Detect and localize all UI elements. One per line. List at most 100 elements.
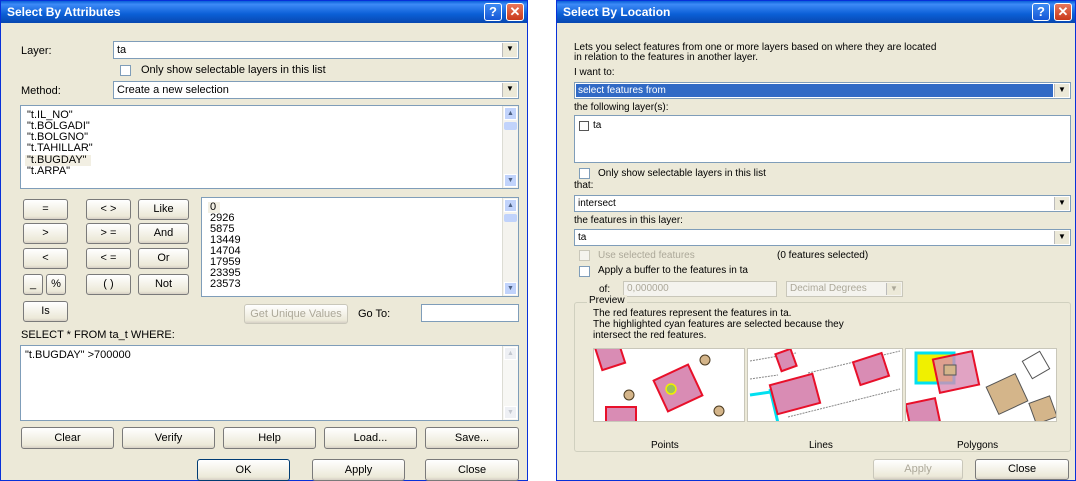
apply-button[interactable]: Apply	[873, 459, 963, 480]
parentheses-button[interactable]: ( )	[86, 274, 131, 295]
help-title-button[interactable]: ?	[1032, 3, 1050, 21]
equals-button[interactable]: =	[23, 199, 68, 220]
preview-line-3: intersect the red features.	[593, 330, 707, 341]
unique-values-list[interactable]: 0 2926 5875 13449 14704 17959 23395 23573 ▲ ▼	[201, 197, 519, 297]
only-selectable-checkbox[interactable]	[120, 65, 131, 76]
not-equal-button[interactable]: < >	[86, 199, 131, 220]
expression-text[interactable]: "t.BUGDAY" >700000	[25, 349, 131, 361]
following-layers-label: the following layer(s):	[574, 102, 669, 113]
value-list-item[interactable]: 23573	[208, 279, 502, 290]
scroll-up-icon[interactable]: ▲	[504, 199, 517, 212]
scroll-thumb[interactable]	[504, 122, 517, 130]
clear-button[interactable]: Clear	[21, 427, 114, 449]
select-by-attributes-dialog: Select By Attributes ? ✕ Layer: ta ▼ Onl…	[0, 0, 528, 481]
scroll-down-icon[interactable]: ▼	[504, 406, 517, 419]
layer-checkbox[interactable]	[579, 121, 589, 131]
layer-dropdown[interactable]: ta ▼	[113, 41, 519, 59]
help-button[interactable]: Help	[223, 427, 316, 449]
preview-polygons-image	[905, 348, 1057, 422]
relationship-dropdown[interactable]: intersect ▼	[574, 195, 1071, 212]
get-unique-values-button[interactable]: Get Unique Values	[244, 304, 348, 324]
use-selected-label: Use selected features	[598, 250, 695, 261]
field-list-item[interactable]: "t.IL_NO"	[25, 110, 502, 121]
value-list-item[interactable]: 17959	[208, 257, 502, 268]
i-want-label: I want to:	[574, 67, 615, 78]
title-bar[interactable]: Select By Location ? ✕	[557, 1, 1075, 23]
less-than-button[interactable]: <	[23, 248, 68, 269]
values-list-scrollbar[interactable]: ▲ ▼	[502, 198, 518, 296]
value-list-item[interactable]: 2926	[208, 213, 502, 224]
layer-name: ta	[593, 120, 602, 131]
field-list-item[interactable]: "t.ARPA"	[25, 166, 502, 177]
features-layer-dropdown[interactable]: ta ▼	[574, 229, 1071, 246]
use-selected-checkbox[interactable]	[579, 250, 590, 261]
scroll-up-icon[interactable]: ▲	[504, 347, 517, 360]
or-button[interactable]: Or	[138, 248, 189, 269]
verify-button[interactable]: Verify	[122, 427, 215, 449]
sql-prefix: SELECT * FROM ta_t WHERE:	[21, 329, 175, 341]
value-list-item[interactable]: 23395	[208, 268, 502, 279]
close-title-button[interactable]: ✕	[506, 3, 524, 21]
layers-list[interactable]: ta	[574, 115, 1071, 163]
chevron-down-icon[interactable]: ▼	[1054, 84, 1069, 97]
only-selectable-label: Only show selectable layers in this list	[141, 64, 326, 76]
ok-button[interactable]: OK	[197, 459, 290, 481]
percent-button[interactable]: %	[46, 274, 66, 295]
underscore-button[interactable]: _	[23, 274, 43, 295]
less-equal-button[interactable]: < =	[86, 248, 131, 269]
preview-line-1: The red features represent the features …	[593, 308, 792, 319]
features-layer-value: ta	[578, 232, 587, 243]
value-list-item[interactable]: 5875	[208, 224, 502, 235]
scroll-up-icon[interactable]: ▲	[504, 107, 517, 120]
apply-buffer-checkbox[interactable]	[579, 266, 590, 277]
scroll-down-icon[interactable]: ▼	[504, 282, 517, 295]
field-list-scrollbar[interactable]: ▲ ▼	[502, 106, 518, 188]
only-selectable-checkbox[interactable]	[579, 168, 590, 179]
close-button[interactable]: Close	[975, 459, 1069, 480]
expression-scrollbar[interactable]: ▲ ▼	[502, 346, 518, 420]
greater-than-button[interactable]: >	[23, 223, 68, 244]
buffer-units-dropdown[interactable]: Decimal Degrees ▼	[786, 281, 903, 297]
greater-equal-button[interactable]: > =	[86, 223, 131, 244]
save-button[interactable]: Save...	[425, 427, 519, 449]
intro-line-2: in relation to the features in another l…	[574, 52, 759, 63]
i-want-dropdown[interactable]: select features from ▼	[574, 82, 1071, 99]
chevron-down-icon[interactable]: ▼	[1054, 231, 1069, 244]
chevron-down-icon[interactable]: ▼	[502, 43, 517, 57]
field-list-item[interactable]: "t.TAHILLAR"	[25, 143, 502, 154]
and-button[interactable]: And	[138, 223, 189, 244]
close-title-button[interactable]: ✕	[1054, 3, 1072, 21]
buffer-of-label: of:	[599, 284, 611, 295]
features-selected-count: (0 features selected)	[777, 250, 869, 261]
preview-points-label: Points	[651, 440, 679, 451]
layer-value: ta	[117, 44, 127, 56]
load-button[interactable]: Load...	[324, 427, 417, 449]
value-list-item[interactable]: 14704	[208, 246, 502, 257]
relationship-value: intersect	[578, 198, 616, 209]
chevron-down-icon[interactable]: ▼	[886, 283, 901, 295]
title-bar[interactable]: Select By Attributes ? ✕	[1, 1, 527, 23]
value-list-item[interactable]: 13449	[208, 235, 502, 246]
preview-polygons-label: Polygons	[957, 440, 999, 451]
field-list[interactable]: "t.IL_NO" "t.BOLGADI" "t.BOLGNO" "t.TAHILLA…	[20, 105, 519, 189]
select-by-location-dialog: Select By Location ? ✕ Lets you select f…	[556, 0, 1076, 481]
i-want-value: select features from	[578, 85, 666, 96]
method-dropdown[interactable]: Create a new selection ▼	[113, 81, 519, 99]
field-list-item[interactable]: "t.BOLGNO"	[25, 132, 502, 143]
field-list-item[interactable]: "t.BOLGADI"	[25, 121, 502, 132]
help-title-button[interactable]: ?	[484, 3, 502, 21]
not-button[interactable]: Not	[138, 274, 189, 295]
apply-buffer-label: Apply a buffer to the features in ta	[598, 265, 748, 276]
goto-input[interactable]	[421, 304, 519, 322]
chevron-down-icon[interactable]: ▼	[1054, 197, 1069, 210]
scroll-thumb[interactable]	[504, 214, 517, 222]
scroll-down-icon[interactable]: ▼	[504, 174, 517, 187]
buffer-distance-input[interactable]: 0,000000	[623, 281, 777, 297]
is-button[interactable]: Is	[23, 301, 68, 322]
chevron-down-icon[interactable]: ▼	[502, 83, 517, 97]
buffer-units-value: Decimal Degrees	[790, 283, 867, 294]
close-button[interactable]: Close	[425, 459, 519, 481]
expression-box[interactable]: "t.BUGDAY" >700000 ▲ ▼	[20, 345, 519, 421]
apply-button[interactable]: Apply	[312, 459, 405, 481]
like-button[interactable]: Like	[138, 199, 189, 220]
